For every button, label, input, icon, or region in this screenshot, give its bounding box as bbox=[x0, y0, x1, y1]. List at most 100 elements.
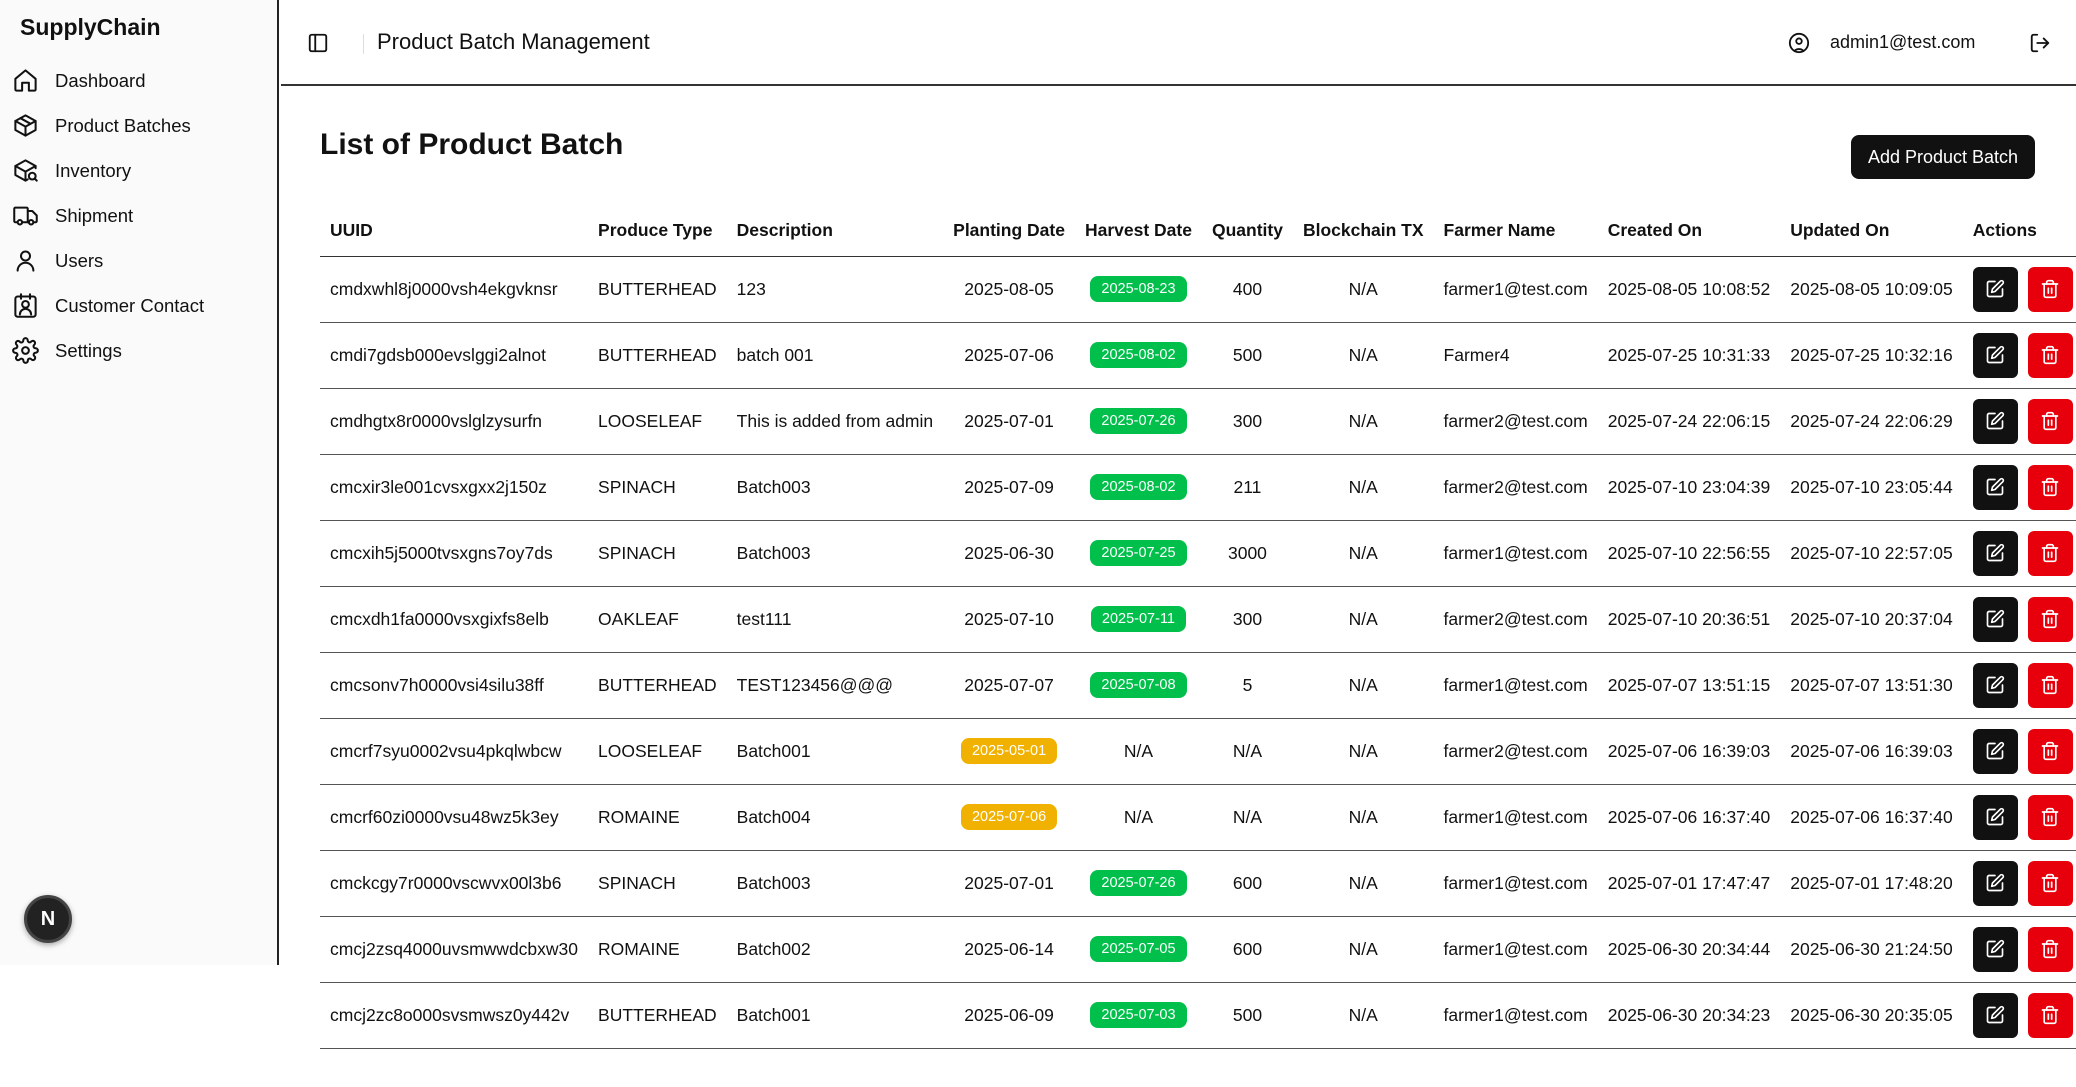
cell-updated-on: 2025-06-30 20:35:05 bbox=[1780, 982, 1963, 1049]
edit-button[interactable] bbox=[1972, 662, 2018, 708]
cell-created-on: 2025-06-30 20:34:44 bbox=[1597, 916, 1781, 983]
table-row: cmdi7gdsb000evslggi2alnot BUTTERHEAD batch… bbox=[320, 322, 2076, 389]
cell-blockchain-tx: N/A bbox=[1292, 454, 1434, 521]
harvest-date-badge: 2025-08-02 bbox=[1090, 342, 1187, 368]
trash-icon bbox=[2040, 873, 2060, 893]
delete-button[interactable] bbox=[2027, 596, 2073, 642]
cell-created-on: 2025-06-30 20:34:23 bbox=[1597, 982, 1781, 1049]
sidebar-item-label: Settings bbox=[55, 339, 122, 361]
cell-farmer-name: farmer2@test.com bbox=[1433, 718, 1598, 785]
cell-produce-type: SPINACH bbox=[588, 454, 727, 521]
edit-button[interactable] bbox=[1972, 926, 2018, 972]
cell-actions bbox=[1962, 652, 2076, 719]
delete-button[interactable] bbox=[2027, 794, 2073, 840]
logout-icon[interactable] bbox=[2029, 32, 2051, 54]
sidebar: SupplyChain Dashboard Product Batches Inve… bbox=[0, 0, 279, 965]
cell-description: test111 bbox=[726, 586, 944, 653]
table-row: cmcrf7syu0002vsu4pkqlwbcw LOOSELEAF Batch0… bbox=[320, 718, 2076, 785]
sidebar-item-customer-contact[interactable]: Customer Contact bbox=[0, 283, 277, 328]
harvest-date-badge: 2025-07-11 bbox=[1090, 606, 1187, 632]
table-row: cmcrf60zi0000vsu48wz5k3ey ROMAINE Batch004… bbox=[320, 784, 2076, 851]
cell-uuid: cmcrf7syu0002vsu4pkqlwbcw bbox=[320, 718, 589, 785]
cell-harvest-date: 2025-07-26 bbox=[1074, 388, 1202, 455]
cell-uuid: cmcj2zsq4000uvsmwwdcbxw30 bbox=[320, 916, 589, 983]
delete-button[interactable] bbox=[2027, 398, 2073, 444]
harvest-date-badge: 2025-07-26 bbox=[1090, 408, 1187, 434]
home-icon bbox=[11, 67, 39, 95]
cell-quantity: 300 bbox=[1201, 586, 1293, 653]
cell-planting-date: 2025-06-30 bbox=[943, 520, 1075, 587]
trash-icon bbox=[2040, 741, 2060, 761]
table-row: cmcxir3le001cvsxgxx2j150z SPINACH Batch003… bbox=[320, 454, 2076, 521]
sidebar-toggle-icon[interactable] bbox=[307, 32, 329, 54]
trash-icon bbox=[2040, 279, 2060, 299]
cell-harvest-date: 2025-07-11 bbox=[1074, 586, 1202, 653]
delete-button[interactable] bbox=[2027, 728, 2073, 774]
cell-blockchain-tx: N/A bbox=[1292, 322, 1434, 389]
table-row: cmcxih5j5000tvsxgns7oy7ds SPINACH Batch003… bbox=[320, 520, 2076, 587]
delete-button[interactable] bbox=[2027, 662, 2073, 708]
edit-button[interactable] bbox=[1972, 728, 2018, 774]
sidebar-item-settings[interactable]: Settings bbox=[0, 328, 277, 373]
cell-uuid: cmdxwhl8j0000vsh4ekgvknsr bbox=[320, 256, 589, 323]
cell-uuid: cmcrf60zi0000vsu48wz5k3ey bbox=[320, 784, 589, 851]
cell-description: Batch003 bbox=[726, 454, 944, 521]
cell-uuid: cmckcgy7r0000vscwvx00l3b6 bbox=[320, 850, 589, 917]
sidebar-item-users[interactable]: Users bbox=[0, 238, 277, 283]
cell-blockchain-tx: N/A bbox=[1292, 652, 1434, 719]
cell-farmer-name: farmer1@test.com bbox=[1433, 652, 1598, 719]
edit-button[interactable] bbox=[1972, 464, 2018, 510]
cell-description: Batch003 bbox=[726, 520, 944, 587]
sidebar-item-dashboard[interactable]: Dashboard bbox=[0, 58, 277, 103]
add-product-batch-button[interactable]: Add Product Batch bbox=[1851, 135, 2035, 179]
edit-button[interactable] bbox=[1972, 596, 2018, 642]
cell-harvest-date: 2025-07-03 bbox=[1074, 982, 1202, 1049]
edit-button[interactable] bbox=[1972, 266, 2018, 312]
trash-icon bbox=[2040, 675, 2060, 695]
cell-produce-type: ROMAINE bbox=[588, 916, 727, 983]
cell-description: Batch002 bbox=[726, 916, 944, 983]
cell-blockchain-tx: N/A bbox=[1292, 388, 1434, 455]
edit-button[interactable] bbox=[1972, 398, 2018, 444]
edit-button[interactable] bbox=[1972, 530, 2018, 576]
edit-icon bbox=[1985, 873, 2005, 893]
cell-actions bbox=[1962, 850, 2076, 917]
cell-produce-type: LOOSELEAF bbox=[588, 388, 727, 455]
table-header-row: UUID Produce Type Description Planting D… bbox=[320, 205, 2076, 257]
delete-button[interactable] bbox=[2027, 266, 2073, 312]
edit-button[interactable] bbox=[1972, 992, 2018, 1038]
trash-icon bbox=[2040, 1005, 2060, 1025]
cell-planting-date: 2025-05-01 bbox=[943, 718, 1075, 785]
planting-date: 2025-06-09 bbox=[964, 1004, 1054, 1025]
edit-button[interactable] bbox=[1972, 860, 2018, 906]
cell-harvest-date: N/A bbox=[1074, 784, 1202, 851]
cell-blockchain-tx: N/A bbox=[1292, 982, 1434, 1049]
delete-button[interactable] bbox=[2027, 530, 2073, 576]
edit-button[interactable] bbox=[1972, 332, 2018, 378]
user-icon bbox=[11, 247, 39, 275]
cell-updated-on: 2025-07-07 13:51:30 bbox=[1780, 652, 1963, 719]
edit-button[interactable] bbox=[1972, 794, 2018, 840]
sidebar-item-label: Customer Contact bbox=[55, 294, 205, 316]
dev-tools-button[interactable]: N bbox=[24, 895, 72, 943]
delete-button[interactable] bbox=[2027, 860, 2073, 906]
cell-planting-date: 2025-07-07 bbox=[943, 652, 1075, 719]
cell-actions bbox=[1962, 322, 2076, 389]
cell-actions bbox=[1962, 718, 2076, 785]
cell-updated-on: 2025-07-10 23:05:44 bbox=[1780, 454, 1963, 521]
table-row: cmdhgtx8r0000vslglzysurfn LOOSELEAF This i… bbox=[320, 388, 2076, 455]
package-search-icon bbox=[11, 157, 39, 185]
cell-updated-on: 2025-07-01 17:48:20 bbox=[1780, 850, 1963, 917]
cell-updated-on: 2025-07-06 16:37:40 bbox=[1780, 784, 1963, 851]
delete-button[interactable] bbox=[2027, 926, 2073, 972]
edit-icon bbox=[1985, 807, 2005, 827]
cell-produce-type: ROMAINE bbox=[588, 784, 727, 851]
user-email: admin1@test.com bbox=[1830, 32, 1976, 52]
delete-button[interactable] bbox=[2027, 992, 2073, 1038]
sidebar-item-product-batches[interactable]: Product Batches bbox=[0, 103, 277, 148]
delete-button[interactable] bbox=[2027, 464, 2073, 510]
cell-blockchain-tx: N/A bbox=[1292, 916, 1434, 983]
delete-button[interactable] bbox=[2027, 332, 2073, 378]
sidebar-item-shipment[interactable]: Shipment bbox=[0, 193, 277, 238]
sidebar-item-inventory[interactable]: Inventory bbox=[0, 148, 277, 193]
